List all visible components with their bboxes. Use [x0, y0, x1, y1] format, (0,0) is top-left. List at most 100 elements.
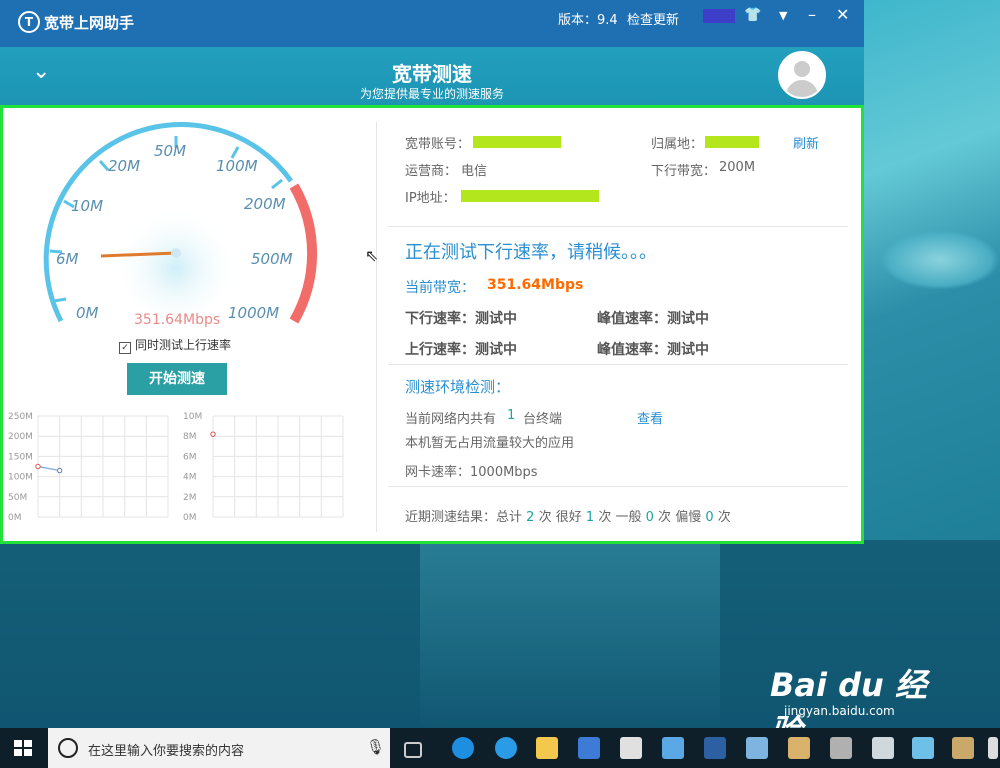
- upload-test-checkbox[interactable]: ✓ 同时测试上行速率: [119, 336, 231, 354]
- content-panel: 0M 6M 10M 20M 50M 100M 200M 500M 1000M 3…: [0, 105, 864, 544]
- gauge-tick-label: 1000M: [228, 304, 279, 322]
- y-tick-label: 8M: [183, 432, 197, 442]
- y-tick-label: 2M: [183, 493, 197, 503]
- version-label: 版本：9.4: [558, 13, 618, 28]
- gauge-tick-label: 10M: [71, 197, 103, 215]
- ip-label: IP地址：: [405, 191, 456, 206]
- avatar-head: [794, 61, 810, 77]
- taskbar-search[interactable]: 在这里输入你要搜索的内容 🎙: [48, 728, 390, 768]
- data-point: [210, 431, 216, 437]
- isp-value: 电信: [461, 164, 488, 179]
- region-redacted: [705, 136, 759, 148]
- divider: [388, 226, 848, 227]
- close-icon[interactable]: ✕: [836, 5, 849, 24]
- gauge-arc-red: [289, 183, 318, 324]
- recent-total: 2: [526, 510, 535, 525]
- store-icon[interactable]: [578, 737, 600, 759]
- avatar[interactable]: [778, 51, 826, 99]
- upload-test-label: 同时测试上行速率: [135, 338, 232, 352]
- series-line: [37, 465, 60, 472]
- isp-label: 运营商：: [405, 164, 458, 179]
- y-tick-label: 6M: [183, 452, 197, 462]
- recent-unit: 次: [717, 510, 731, 525]
- current-bandwidth-value: 351.64Mbps: [487, 277, 584, 293]
- recent-unit: 次: [598, 510, 612, 525]
- upload-peak: 峰值速率：测试中: [597, 342, 709, 358]
- baidu-url: jingyan.baidu.com: [784, 704, 895, 718]
- devices-suffix: 台终端: [523, 412, 563, 427]
- download-peak: 峰值速率：测试中: [597, 311, 709, 327]
- user-account-box[interactable]: [703, 9, 735, 23]
- mouse-cursor-icon: ⇖: [365, 246, 379, 265]
- windows-start-icon[interactable]: [14, 740, 32, 756]
- y-tick-label: 4M: [183, 473, 197, 483]
- app-logo-icon: T: [18, 11, 40, 33]
- speed-gauge: 0M 6M 10M 20M 50M 100M 200M 500M 1000M 3…: [43, 122, 318, 328]
- upload-rate: 上行速率：测试中: [405, 342, 517, 358]
- y-tick-label: 10M: [183, 412, 202, 422]
- dropdown-menu-icon[interactable]: ▼: [779, 9, 787, 22]
- account-redacted: [473, 136, 561, 148]
- download-rate: 下行速率：测试中: [405, 311, 517, 327]
- account-label: 宽带账号：: [405, 137, 471, 152]
- downlink-label: 下行带宽：: [651, 164, 717, 179]
- app-icon[interactable]: [704, 737, 726, 759]
- recent-good: 1: [585, 510, 595, 525]
- y-tick-label: 200M: [8, 432, 33, 442]
- app-title: 宽带上网助手: [44, 14, 135, 32]
- app-icon[interactable]: [830, 737, 852, 759]
- edge-icon[interactable]: [452, 737, 474, 759]
- env-check-title: 测速环境检测：: [405, 378, 511, 396]
- ie-icon[interactable]: [495, 737, 517, 759]
- download-history-chart: 250M 200M 150M 100M 50M 0M: [8, 412, 169, 523]
- data-point: [56, 467, 63, 474]
- app-icon[interactable]: [872, 737, 894, 759]
- devices-prefix: 当前网络内共有: [405, 412, 497, 427]
- search-placeholder: 在这里输入你要搜索的内容: [88, 744, 245, 759]
- page-header: ⌄ 宽带测速 为您提供最专业的测速服务: [0, 47, 864, 105]
- task-view-icon[interactable]: [404, 742, 422, 758]
- recent-normal: 0: [645, 510, 654, 525]
- cortana-icon[interactable]: [58, 738, 78, 758]
- app-icon[interactable]: [662, 737, 684, 759]
- app-icon[interactable]: [788, 737, 810, 759]
- mail-icon[interactable]: [620, 737, 642, 759]
- desktop-light: [420, 540, 720, 730]
- current-bandwidth-label: 当前带宽：: [405, 280, 475, 296]
- upload-history-chart: 10M 8M 6M 4M 2M 0M: [183, 412, 344, 523]
- y-tick-label: 0M: [183, 513, 197, 523]
- gear-icon[interactable]: [988, 737, 998, 759]
- checkbox-icon[interactable]: ✓: [119, 342, 131, 354]
- downlink-value: 200M: [719, 160, 756, 175]
- test-status: 正在测试下行速率，请稍候。。。: [405, 242, 657, 263]
- taskbar: 在这里输入你要搜索的内容 🎙: [0, 728, 1000, 768]
- recent-slow: 0: [705, 510, 714, 525]
- y-tick-label: 100M: [8, 473, 33, 483]
- check-update-link[interactable]: 检查更新: [627, 9, 679, 28]
- gauge-tick-label: 50M: [154, 142, 186, 160]
- y-tick-label: 0M: [8, 513, 22, 523]
- gauge-reading: 351.64Mbps: [134, 312, 220, 328]
- minimize-icon[interactable]: –: [808, 5, 816, 24]
- refresh-link[interactable]: 刷新: [793, 133, 819, 152]
- y-tick-label: 250M: [8, 412, 33, 422]
- view-devices-link[interactable]: 查看: [637, 408, 663, 427]
- ip-redacted: [461, 190, 599, 202]
- microphone-icon[interactable]: 🎙: [366, 738, 385, 756]
- app-icon[interactable]: [912, 737, 934, 759]
- file-explorer-icon[interactable]: [536, 737, 558, 759]
- app-icon[interactable]: [746, 737, 768, 759]
- page-title: 宽带测速: [392, 62, 472, 86]
- gauge-tick-label: 200M: [244, 195, 286, 213]
- app-icon[interactable]: [952, 737, 974, 759]
- gauge-tick-label: 6M: [56, 250, 79, 268]
- divider: [388, 364, 848, 365]
- title-bar: T 宽带上网助手 版本：9.4 检查更新 👕 ▼ – ✕: [0, 0, 864, 47]
- page-subtitle: 为您提供最专业的测速服务: [359, 87, 504, 101]
- recent-normal-label: 一般: [615, 510, 642, 525]
- data-point: [35, 463, 41, 470]
- start-test-button[interactable]: 开始测速: [127, 363, 227, 395]
- y-tick-label: 50M: [8, 493, 27, 503]
- skin-icon[interactable]: 👕: [744, 7, 761, 23]
- recent-unit: 次: [538, 510, 552, 525]
